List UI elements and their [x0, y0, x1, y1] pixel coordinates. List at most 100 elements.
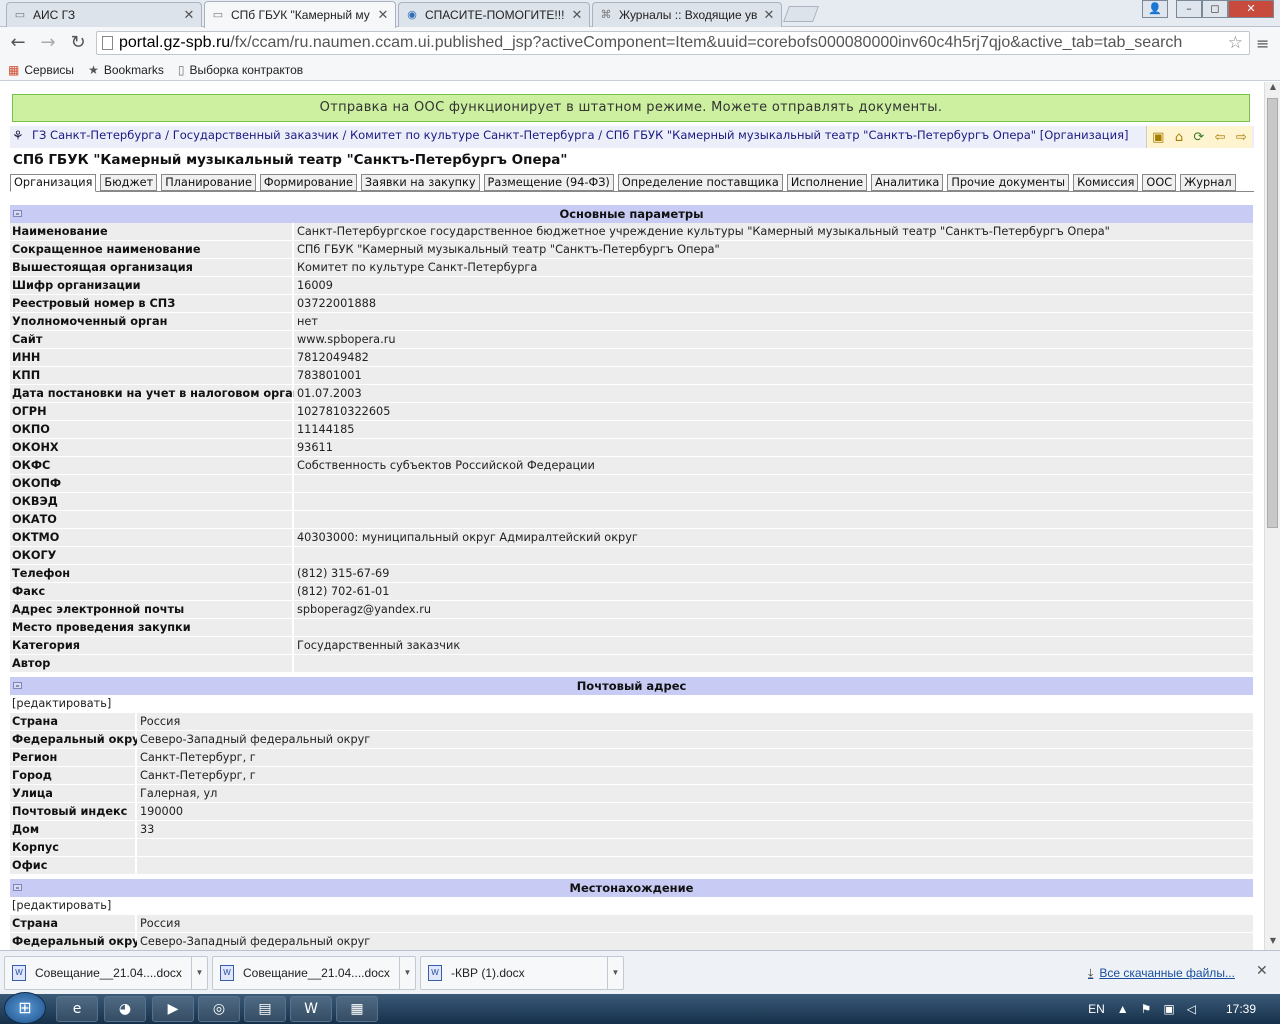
- address-bar[interactable]: portal.gz-spb.ru/fx/ccam/ru.naumen.ccam.…: [96, 31, 1250, 55]
- chevron-down-icon[interactable]: ▼: [399, 957, 415, 989]
- window-close-button[interactable]: ✕: [1228, 0, 1274, 18]
- field-label: Страна: [10, 713, 137, 730]
- network-icon[interactable]: ▣: [1163, 1002, 1174, 1016]
- minimize-button[interactable]: –: [1176, 0, 1202, 18]
- download-item[interactable]: W -КВР (1).docx ▼: [420, 956, 624, 990]
- download-item[interactable]: W Совещание__21.04....docx ▼: [212, 956, 416, 990]
- windows-start-icon[interactable]: ⊞: [4, 992, 46, 1024]
- edit-link[interactable]: [редактировать]: [10, 897, 1253, 915]
- browser-tab[interactable]: ◉ СПАСИТЕ-ПОМОГИТЕ!!! ✕: [398, 2, 590, 27]
- forward-arrow-icon[interactable]: ⇨: [1236, 130, 1247, 145]
- network-icon: ⌘: [600, 9, 612, 21]
- table-row: Страна Россия: [10, 915, 1253, 933]
- firefox-icon[interactable]: ◕: [104, 996, 146, 1022]
- tab-execution[interactable]: Исполнение: [786, 174, 868, 191]
- chevron-down-icon[interactable]: ▼: [607, 957, 623, 989]
- tab-forming[interactable]: Формирование: [259, 174, 357, 191]
- close-icon[interactable]: ✕: [183, 7, 195, 23]
- ie-icon[interactable]: e: [56, 996, 98, 1022]
- tab-organization[interactable]: Организация: [10, 174, 97, 192]
- back-arrow-icon[interactable]: ←: [6, 31, 30, 55]
- browser-tab[interactable]: ⌘ Журналы :: Входящие ув ✕: [592, 2, 782, 27]
- tab-requests[interactable]: Заявки на закупку: [360, 174, 480, 191]
- language-indicator[interactable]: EN: [1088, 1002, 1105, 1016]
- bookmark-item[interactable]: ▯ Выборка контрактов: [178, 63, 303, 77]
- menu-icon[interactable]: ≡: [1256, 34, 1269, 53]
- word-icon[interactable]: W: [290, 996, 332, 1022]
- bookmark-item[interactable]: ▦ Сервисы: [8, 63, 74, 77]
- field-label: Корпус: [10, 839, 137, 856]
- edit-link[interactable]: [редактировать]: [10, 695, 1253, 713]
- tab-placement[interactable]: Размещение (94-ФЗ): [483, 174, 614, 191]
- table-row: Телефон (812) 315-67-69: [10, 565, 1253, 583]
- tab-planning[interactable]: Планирование: [161, 174, 256, 191]
- clock[interactable]: 17:39: [1226, 1002, 1256, 1016]
- breadcrumb-text[interactable]: ГЗ Санкт-Петербурга / Государственный за…: [32, 128, 1129, 142]
- tab-budget[interactable]: Бюджет: [100, 174, 158, 191]
- home-icon[interactable]: ⌂: [1175, 130, 1183, 145]
- field-value: 93611: [294, 439, 1253, 456]
- browser-tab-label: АИС ГЗ: [33, 8, 76, 22]
- back-arrow-icon[interactable]: ⇦: [1215, 130, 1226, 145]
- field-value: Государственный заказчик: [294, 637, 1253, 654]
- breadcrumb: ⚘ ГЗ Санкт-Петербурга / Государственный …: [10, 126, 1254, 148]
- media-player-icon[interactable]: ▶: [152, 996, 194, 1022]
- section-main-params: – Основные параметры Наименование Санкт-П…: [10, 205, 1253, 673]
- chevron-down-icon[interactable]: ▼: [191, 957, 207, 989]
- volume-icon[interactable]: ◁: [1187, 1002, 1196, 1016]
- user-icon[interactable]: 👤: [1142, 0, 1168, 18]
- field-label: ОКФС: [10, 457, 294, 474]
- browser-tab[interactable]: ▭ АИС ГЗ ✕: [6, 2, 202, 27]
- field-value: Собственность субъектов Российской Федер…: [294, 457, 1253, 474]
- table-row: Федеральный округ Северо-Западный федерал…: [10, 731, 1253, 749]
- table-row: Федеральный округ Северо-Западный федерал…: [10, 933, 1253, 950]
- bookmark-star-icon[interactable]: ☆: [1223, 32, 1243, 54]
- collapse-icon[interactable]: –: [13, 682, 22, 690]
- show-all-downloads-link[interactable]: ⤓ Все скачанные файлы...: [1088, 966, 1235, 981]
- section-header: – Местонахождение: [10, 879, 1253, 897]
- page-title: СПб ГБУК "Камерный музыкальный театр "Са…: [13, 152, 568, 168]
- refresh-icon[interactable]: ⟳: [1193, 130, 1204, 145]
- folder-icon[interactable]: ▣: [1152, 130, 1164, 145]
- tab-analytics[interactable]: Аналитика: [871, 174, 944, 191]
- field-value: (812) 315-67-69: [294, 565, 1253, 582]
- close-icon[interactable]: ✕: [377, 7, 389, 23]
- params-table: Наименование Санкт-Петербургское государс…: [10, 223, 1253, 673]
- field-value: 40303000: муниципальный округ Адмиралтей…: [294, 529, 1253, 546]
- app-icon[interactable]: ▦: [336, 996, 378, 1022]
- browser-tab-label: СПб ГБУК "Камерный му: [231, 8, 370, 22]
- browser-tab-active[interactable]: ▭ СПб ГБУК "Камерный му ✕: [204, 1, 396, 28]
- flag-icon[interactable]: ⚑: [1141, 1002, 1152, 1016]
- vertical-scrollbar[interactable]: ▲ ▼: [1264, 82, 1280, 950]
- field-value: Санкт-Петербург, г: [137, 767, 1253, 784]
- tab-other-docs[interactable]: Прочие документы: [947, 174, 1070, 191]
- table-row: ОКОПФ: [10, 475, 1253, 493]
- url-host: portal.gz-spb.ru: [119, 34, 231, 51]
- field-value: 11144185: [294, 421, 1253, 438]
- explorer-folder-icon[interactable]: ▤: [244, 996, 286, 1022]
- close-icon[interactable]: ✕: [763, 7, 775, 23]
- maximize-button[interactable]: ◻: [1202, 0, 1228, 18]
- scroll-up-icon[interactable]: ▲: [1265, 82, 1280, 96]
- download-item[interactable]: W Совещание__21.04....docx ▼: [4, 956, 208, 990]
- table-row: КПП 783801001: [10, 367, 1253, 385]
- new-tab-button[interactable]: [783, 6, 819, 22]
- close-icon[interactable]: ✕: [571, 7, 583, 23]
- tab-commission[interactable]: Комиссия: [1073, 174, 1139, 191]
- close-icon[interactable]: ✕: [1256, 963, 1268, 979]
- table-row: ИНН 7812049482: [10, 349, 1253, 367]
- tab-oos[interactable]: ООС: [1142, 174, 1177, 191]
- reload-icon[interactable]: ↻: [66, 31, 90, 55]
- scroll-down-icon[interactable]: ▼: [1265, 936, 1280, 950]
- scrollbar-thumb[interactable]: [1267, 98, 1278, 528]
- forward-arrow-icon[interactable]: →: [36, 31, 60, 55]
- bookmark-item[interactable]: ★ Bookmarks: [88, 63, 164, 77]
- tab-journal[interactable]: Журнал: [1180, 174, 1236, 191]
- collapse-icon[interactable]: –: [13, 884, 22, 892]
- field-label: Федеральный округ: [10, 933, 146, 950]
- collapse-icon[interactable]: –: [13, 210, 22, 218]
- tray-arrow-icon[interactable]: ▲: [1117, 1002, 1129, 1016]
- tab-supplier[interactable]: Определение поставщика: [617, 174, 783, 191]
- chrome-icon[interactable]: ◎: [198, 996, 240, 1022]
- field-label: Федеральный округ: [10, 731, 146, 748]
